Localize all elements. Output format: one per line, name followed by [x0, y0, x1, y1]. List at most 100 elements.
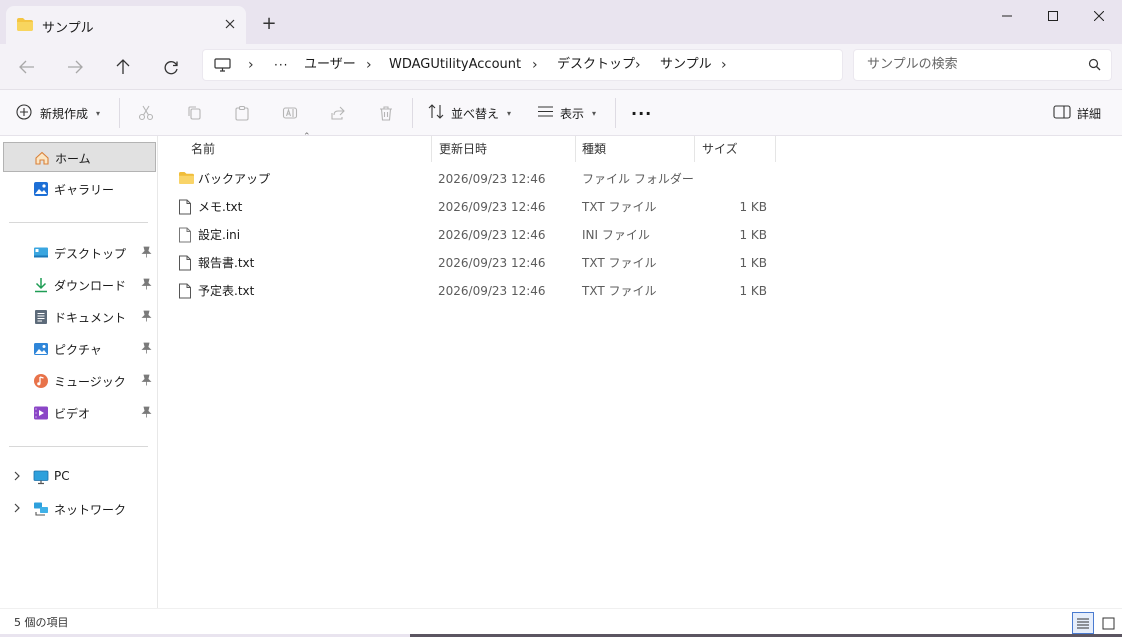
sidebar-item-label: ダウンロード	[54, 279, 127, 293]
sidebar-item-downloads[interactable]: ダウンロード	[3, 270, 156, 300]
column-header-name[interactable]: 名前	[191, 136, 215, 162]
chevron-down-icon: ▾	[592, 108, 597, 118]
tab-sample[interactable]: サンプル	[6, 6, 246, 44]
breadcrumb-desktop[interactable]: デスクトップ	[557, 50, 635, 80]
refresh-button[interactable]	[155, 51, 187, 83]
details-pane-button[interactable]: 詳細	[1053, 102, 1101, 124]
column-divider[interactable]	[775, 136, 776, 162]
cut-icon[interactable]	[135, 102, 157, 124]
title-bar: サンプル +	[0, 0, 1122, 44]
sidebar-item-label: ビデオ	[54, 407, 91, 421]
navigation-pane: ホーム ギャラリー デスクトップ ダウンロード ドキュメント ピクチャ ミュージ…	[0, 136, 158, 608]
settings-file-icon	[178, 227, 192, 246]
paste-icon[interactable]	[231, 102, 253, 124]
view-button[interactable]: 表示 ▾	[537, 102, 596, 124]
table-row[interactable]: 報告書.txt 2026/09/23 12:46 TXT ファイル 1 KB	[159, 249, 779, 277]
file-list: ⌃ 名前 更新日時 種類 サイズ バックアップ 2026/09/23 12:46…	[159, 132, 1122, 608]
details-label: 詳細	[1077, 106, 1102, 121]
sort-button[interactable]: 並べ替え ▾	[428, 102, 511, 124]
sidebar-item-music[interactable]: ミュージック	[3, 366, 156, 396]
new-button[interactable]: 新規作成 ▾	[16, 102, 100, 124]
close-window-button[interactable]	[1076, 0, 1122, 32]
toolbar-divider	[412, 98, 413, 128]
copy-icon[interactable]	[183, 102, 205, 124]
sort-label: 並べ替え	[451, 106, 500, 121]
table-row[interactable]: メモ.txt 2026/09/23 12:46 TXT ファイル 1 KB	[159, 193, 779, 221]
column-divider[interactable]	[431, 136, 432, 162]
tab-title: サンプル	[42, 21, 94, 36]
pin-icon[interactable]	[141, 374, 152, 389]
file-type: ファイル フォルダー	[582, 172, 694, 186]
file-modified: 2026/09/23 12:46	[438, 228, 546, 242]
chevron-right-icon[interactable]	[13, 470, 21, 485]
file-name: 設定.ini	[198, 228, 241, 242]
sidebar-divider	[9, 446, 148, 447]
column-header-modified[interactable]: 更新日時	[439, 136, 487, 162]
text-file-icon	[178, 199, 192, 218]
search-box[interactable]: サンプルの検索	[853, 49, 1112, 81]
sidebar-item-pc[interactable]: PC	[3, 462, 156, 492]
plus-circle-icon	[16, 103, 32, 123]
share-icon[interactable]	[327, 102, 349, 124]
maximize-button[interactable]	[1030, 0, 1076, 32]
column-divider[interactable]	[694, 136, 695, 162]
pin-icon[interactable]	[141, 246, 152, 261]
search-input[interactable]: サンプルの検索	[867, 50, 958, 80]
sidebar-item-home[interactable]: ホーム	[3, 142, 156, 172]
delete-icon[interactable]	[375, 102, 397, 124]
folder-icon	[16, 17, 34, 35]
search-icon	[1088, 58, 1101, 74]
breadcrumb-sample[interactable]: サンプル	[660, 50, 712, 80]
file-modified: 2026/09/23 12:46	[438, 256, 546, 270]
folder-icon	[178, 171, 195, 188]
sidebar-item-network[interactable]: ネットワーク	[3, 494, 156, 524]
file-name: メモ.txt	[198, 200, 243, 214]
pin-icon[interactable]	[141, 310, 152, 325]
item-count: 5 個の項目	[14, 616, 69, 629]
column-divider[interactable]	[575, 136, 576, 162]
close-tab-icon[interactable]	[219, 13, 241, 35]
chevron-right-icon: ›	[366, 57, 372, 73]
toolbar-divider	[119, 98, 120, 128]
sidebar-item-documents[interactable]: ドキュメント	[3, 302, 156, 332]
chevron-right-icon[interactable]	[13, 502, 21, 517]
back-button[interactable]	[11, 51, 43, 83]
file-type: TXT ファイル	[582, 200, 657, 214]
table-row[interactable]: 予定表.txt 2026/09/23 12:46 TXT ファイル 1 KB	[159, 277, 779, 305]
sidebar-item-pictures[interactable]: ピクチャ	[3, 334, 156, 364]
more-options-button[interactable]: ···	[631, 102, 652, 124]
file-size: 1 KB	[739, 256, 767, 270]
sidebar-item-label: ギャラリー	[54, 183, 115, 197]
column-header-type[interactable]: 種類	[582, 136, 606, 162]
details-view-button[interactable]	[1072, 612, 1094, 634]
rename-icon[interactable]	[279, 102, 301, 124]
file-name: バックアップ	[198, 172, 271, 186]
table-row[interactable]: バックアップ 2026/09/23 12:46 ファイル フォルダー	[159, 165, 779, 193]
pin-icon[interactable]	[141, 278, 152, 293]
up-button[interactable]	[107, 51, 139, 83]
table-row[interactable]: 設定.ini 2026/09/23 12:46 INI ファイル 1 KB	[159, 221, 779, 249]
view-icon	[537, 105, 554, 121]
navigation-bar: › ··· ユーザー › WDAGUtilityAccount › デスクトップ…	[0, 44, 1122, 90]
new-tab-button[interactable]: +	[258, 12, 280, 34]
view-label: 表示	[560, 106, 585, 121]
home-icon	[34, 150, 50, 166]
document-icon	[33, 309, 49, 325]
sidebar-item-gallery[interactable]: ギャラリー	[3, 174, 156, 204]
minimize-button[interactable]	[984, 0, 1030, 32]
forward-button[interactable]	[59, 51, 91, 83]
sidebar-divider	[9, 222, 148, 223]
breadcrumb-users[interactable]: ユーザー	[304, 50, 356, 80]
tiles-view-button[interactable]	[1097, 612, 1119, 634]
pin-icon[interactable]	[141, 406, 152, 421]
sidebar-item-label: ミュージック	[54, 375, 126, 389]
sidebar-item-desktop[interactable]: デスクトップ	[3, 238, 156, 268]
toolbar-divider	[615, 98, 616, 128]
breadcrumb-account[interactable]: WDAGUtilityAccount	[389, 50, 521, 80]
breadcrumb-overflow[interactable]: ···	[274, 50, 288, 80]
address-bar[interactable]: › ··· ユーザー › WDAGUtilityAccount › デスクトップ…	[202, 49, 843, 81]
pin-icon[interactable]	[141, 342, 152, 357]
sidebar-item-videos[interactable]: ビデオ	[3, 398, 156, 428]
column-header-size[interactable]: サイズ	[702, 136, 738, 162]
details-pane-icon	[1053, 104, 1071, 122]
